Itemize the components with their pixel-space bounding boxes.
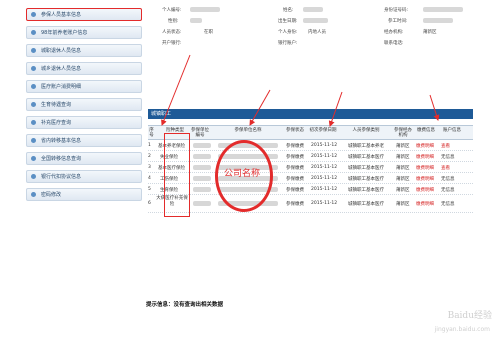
arrow-unit-name bbox=[249, 89, 271, 126]
arrow-first-date bbox=[328, 91, 343, 127]
annotation-arrows bbox=[161, 54, 440, 127]
message-text: 提示信息：没有查询出相关数据 bbox=[146, 302, 224, 308]
watermark-url: jingyan.baidu.com bbox=[434, 326, 490, 333]
arrow-insurance-type bbox=[161, 54, 191, 126]
watermark-logo: Baidu经验 bbox=[447, 311, 492, 321]
arrow-account-info bbox=[429, 94, 440, 121]
